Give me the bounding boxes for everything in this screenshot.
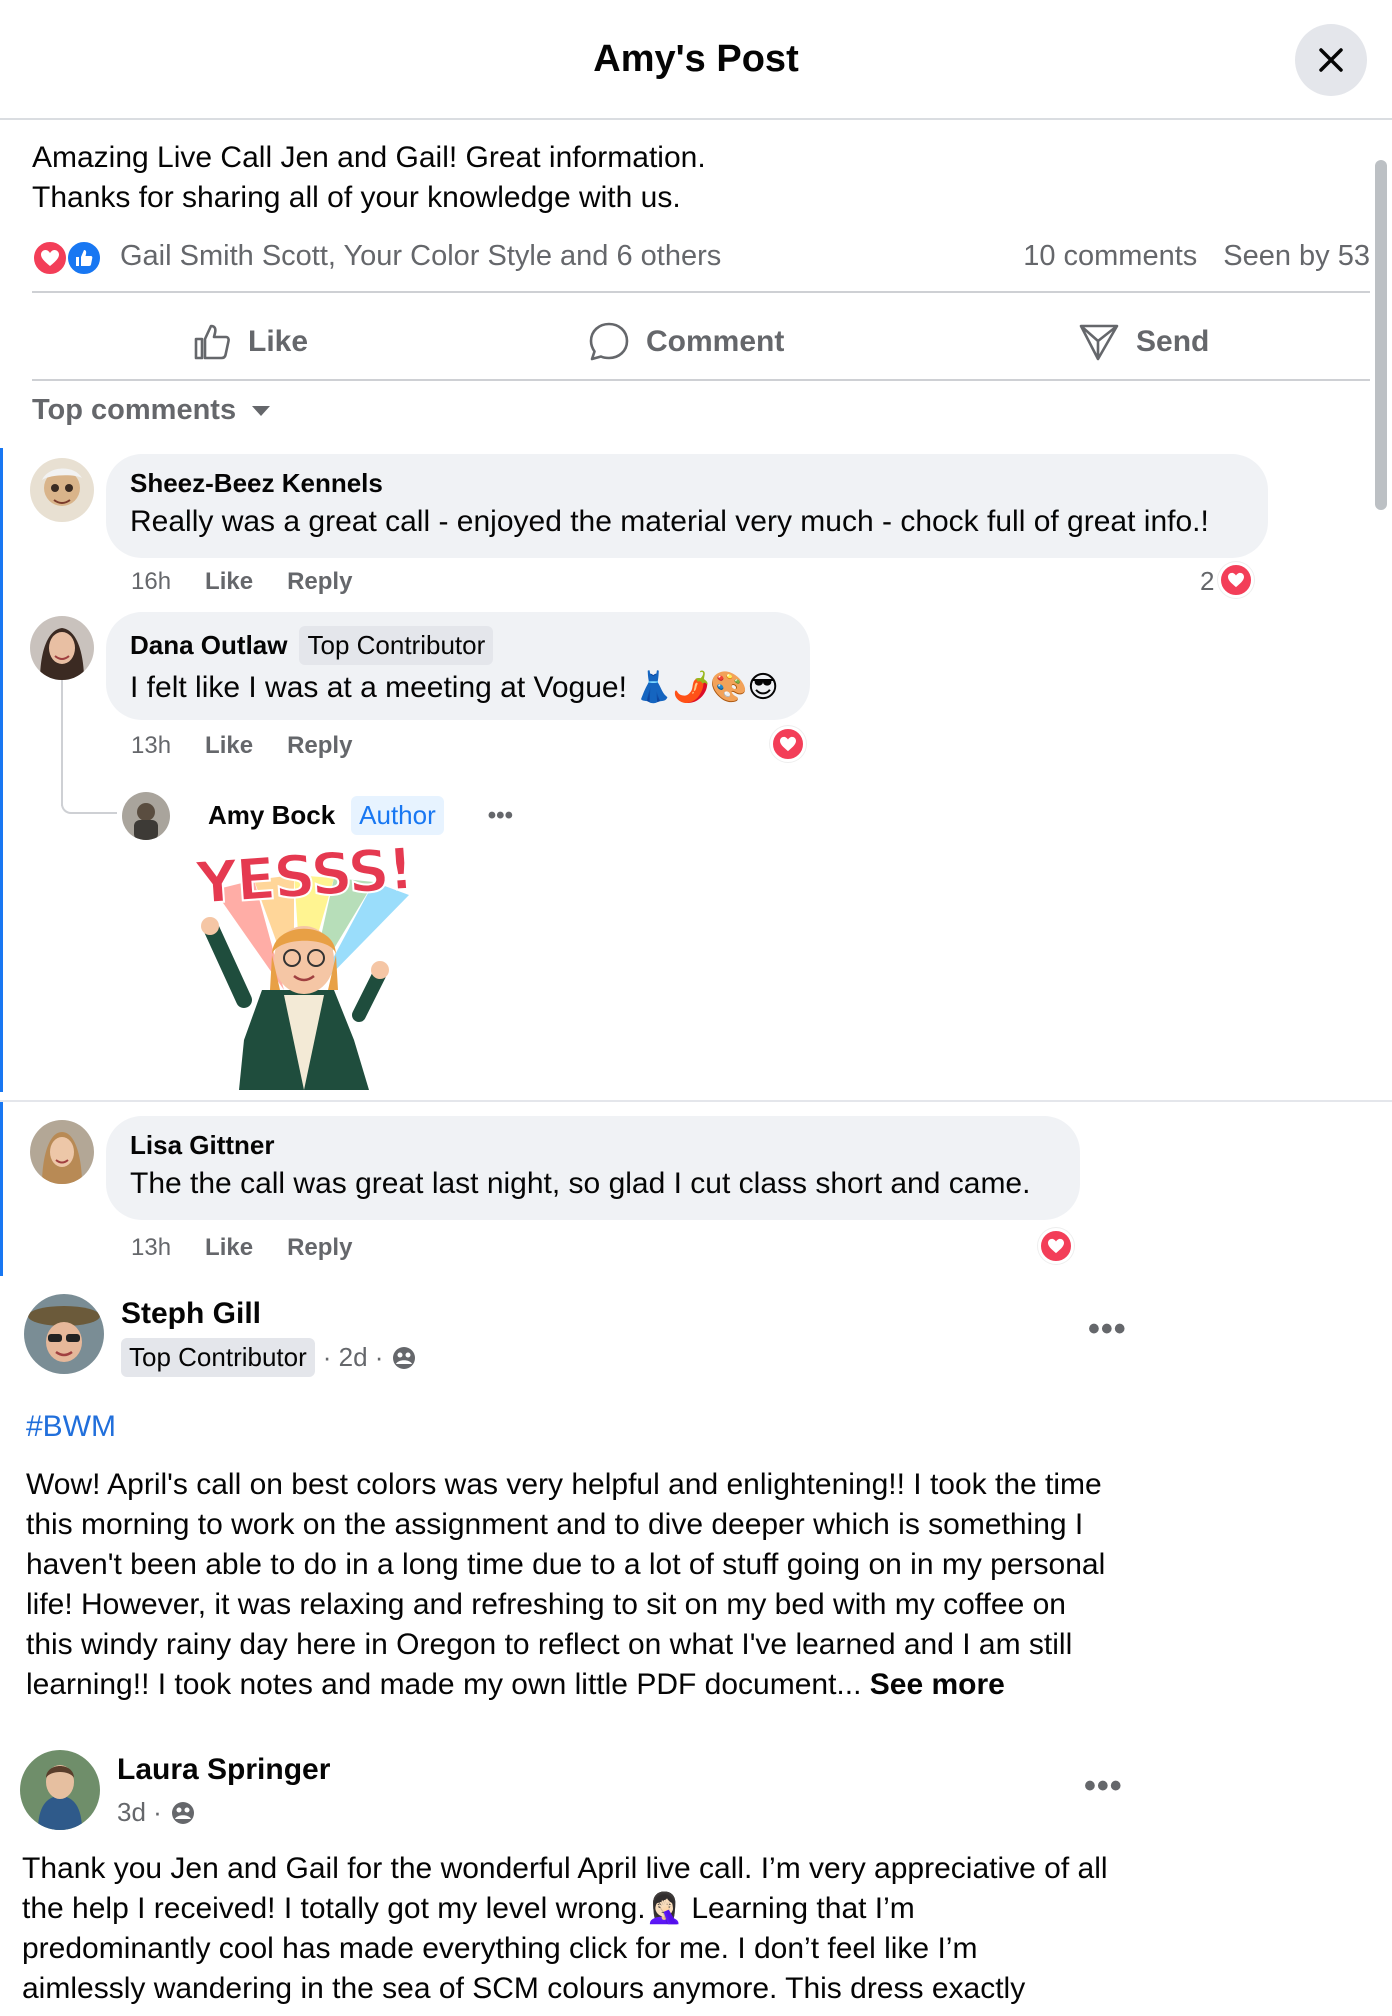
like-reaction-icon: [66, 240, 102, 276]
post-line: learning!! I took notes and made my own …: [26, 1668, 862, 1701]
send-button-label: Send: [1136, 325, 1210, 358]
post-line: aimlessly wandering in the sea of SCM co…: [22, 1972, 1026, 2005]
heart-reaction-icon[interactable]: [1218, 562, 1254, 598]
post-body: Wow! April's call on best colors was ver…: [26, 1465, 1176, 1705]
comment-text: I felt like I was at a meeting at Vogue!…: [130, 671, 779, 704]
comment-button[interactable]: Comment: [588, 302, 784, 382]
comment-time[interactable]: 13h: [131, 1234, 171, 1262]
highlight-rail: [0, 448, 3, 1276]
comment-text: Really was a great call - enjoyed the ma…: [130, 505, 1209, 538]
post-stats: 10 comments Seen by 53: [1023, 240, 1370, 273]
reactions-summary: Gail Smith Scott, Your Color Style and 6…: [32, 238, 1370, 278]
avatar[interactable]: [30, 616, 94, 680]
close-button[interactable]: [1295, 24, 1367, 96]
comment-meta: 16h Like Reply: [131, 568, 352, 596]
love-reaction-icon: [32, 240, 68, 276]
post-line: Wow! April's call on best colors was ver…: [26, 1468, 1102, 1501]
comment-bubble[interactable]: Sheez-Beez Kennels Really was a great ca…: [106, 454, 1268, 558]
post-line: haven't been able to do in a long time d…: [26, 1548, 1106, 1581]
comment-sort-label: Top comments: [32, 394, 237, 426]
heart-reaction-icon[interactable]: [770, 726, 806, 762]
avatar[interactable]: [122, 792, 170, 840]
like-button-label: Like: [248, 325, 309, 358]
reaction-names-link[interactable]: Gail Smith Scott, Your Color Style and 6…: [120, 240, 721, 273]
thread-connector: [61, 680, 63, 806]
post-author[interactable]: Laura Springer: [117, 1753, 330, 1787]
post-line-1: Amazing Live Call Jen and Gail! Great in…: [32, 141, 706, 174]
comment-bubble[interactable]: Lisa Gittner The the call was great last…: [106, 1116, 1080, 1220]
post-line-2: Thanks for sharing all of your knowledge…: [32, 181, 681, 214]
post-line: predominantly cool has made everything c…: [22, 1932, 978, 1965]
thumbs-up-icon: [194, 324, 230, 360]
post-line: the help I received! I totally got my le…: [22, 1892, 915, 1925]
avatar[interactable]: [24, 1294, 104, 1374]
comment-time[interactable]: 13h: [131, 732, 171, 760]
author-badge: Author: [351, 796, 444, 835]
avatar[interactable]: [30, 458, 94, 522]
comment-text: The the call was great last night, so gl…: [130, 1167, 1031, 1200]
comment-sort-dropdown[interactable]: Top comments: [32, 394, 272, 427]
post-line: this windy rainy day here in Oregon to r…: [26, 1628, 1073, 1661]
scroll-clip: [0, 1092, 1392, 1100]
post-line: Thank you Jen and Gail for the wonderful…: [22, 1852, 1108, 1885]
comments-count-link[interactable]: 10 comments: [1023, 240, 1197, 273]
divider: [32, 379, 1370, 381]
divider: [32, 291, 1370, 293]
post-header: Amy's Post: [0, 0, 1392, 120]
comment-reply-button[interactable]: Reply: [287, 1234, 352, 1262]
close-icon: [1319, 48, 1343, 72]
send-button[interactable]: Send: [1078, 302, 1209, 382]
comment-meta: 13h Like Reply: [131, 1234, 352, 1262]
post-line: life! However, it was relaxing and refre…: [26, 1588, 1066, 1621]
group-privacy-icon: [393, 1346, 416, 1369]
post-line: this morning to work on the assignment a…: [26, 1508, 1084, 1541]
post-time[interactable]: · 2d ·: [323, 1342, 384, 1373]
comment-author[interactable]: Dana Outlaw: [130, 630, 287, 660]
see-more-link[interactable]: See more: [870, 1668, 1005, 1701]
comment-button-label: Comment: [646, 325, 785, 358]
comment-like-button[interactable]: Like: [205, 732, 253, 760]
comment-icon: [589, 322, 629, 361]
post-body: Thank you Jen and Gail for the wonderful…: [22, 1849, 1172, 2009]
post-subtitle: Top Contributor · 2d ·: [121, 1338, 417, 1377]
comment-author[interactable]: Lisa Gittner: [130, 1130, 1056, 1161]
post-author[interactable]: Steph Gill: [121, 1297, 261, 1331]
comment-author[interactable]: Sheez-Beez Kennels: [130, 468, 1244, 499]
more-options-button[interactable]: •••: [1084, 1767, 1123, 1806]
post-body: Amazing Live Call Jen and Gail! Great in…: [32, 138, 706, 218]
post-action-bar: Like Comment Send: [32, 302, 1370, 382]
comment-meta: 13h Like Reply: [131, 732, 352, 760]
avatar[interactable]: [30, 1120, 94, 1184]
comment-time[interactable]: 16h: [131, 568, 171, 596]
caret-down-icon: [252, 405, 271, 416]
heart-reaction-icon[interactable]: [1038, 1228, 1074, 1264]
post-time[interactable]: 3d ·: [117, 1797, 162, 1828]
comment-reply-button[interactable]: Reply: [287, 732, 352, 760]
comment-reply-button[interactable]: Reply: [287, 568, 352, 596]
group-privacy-icon: [171, 1801, 194, 1824]
seen-by-link[interactable]: Seen by 53: [1223, 240, 1370, 273]
like-button[interactable]: Like: [192, 302, 308, 382]
comment-like-button[interactable]: Like: [205, 568, 253, 596]
thread-connector: [61, 804, 117, 814]
scrollbar[interactable]: [1375, 160, 1387, 510]
reaction-icons[interactable]: [32, 240, 112, 276]
post-subtitle: 3d ·: [117, 1797, 196, 1828]
avatar[interactable]: [20, 1750, 100, 1830]
more-options-button[interactable]: •••: [488, 802, 513, 830]
top-contributor-badge: Top Contributor: [121, 1338, 315, 1377]
page-title: Amy's Post: [593, 38, 799, 80]
comment-reaction-count[interactable]: 2: [1200, 566, 1214, 597]
more-options-button[interactable]: •••: [1088, 1310, 1127, 1349]
yess-sticker[interactable]: YESSS!: [184, 834, 424, 1090]
reply-header: Amy Bock Author •••: [208, 796, 513, 835]
comment-like-button[interactable]: Like: [205, 1234, 253, 1262]
divider: [0, 1100, 1392, 1102]
comment-bubble[interactable]: Dana Outlaw Top Contributor I felt like I…: [106, 612, 810, 720]
send-icon: [1079, 324, 1119, 361]
reply-author[interactable]: Amy Bock: [208, 800, 335, 831]
hashtag-link[interactable]: #BWM: [26, 1410, 116, 1444]
top-contributor-badge: Top Contributor: [299, 626, 494, 665]
